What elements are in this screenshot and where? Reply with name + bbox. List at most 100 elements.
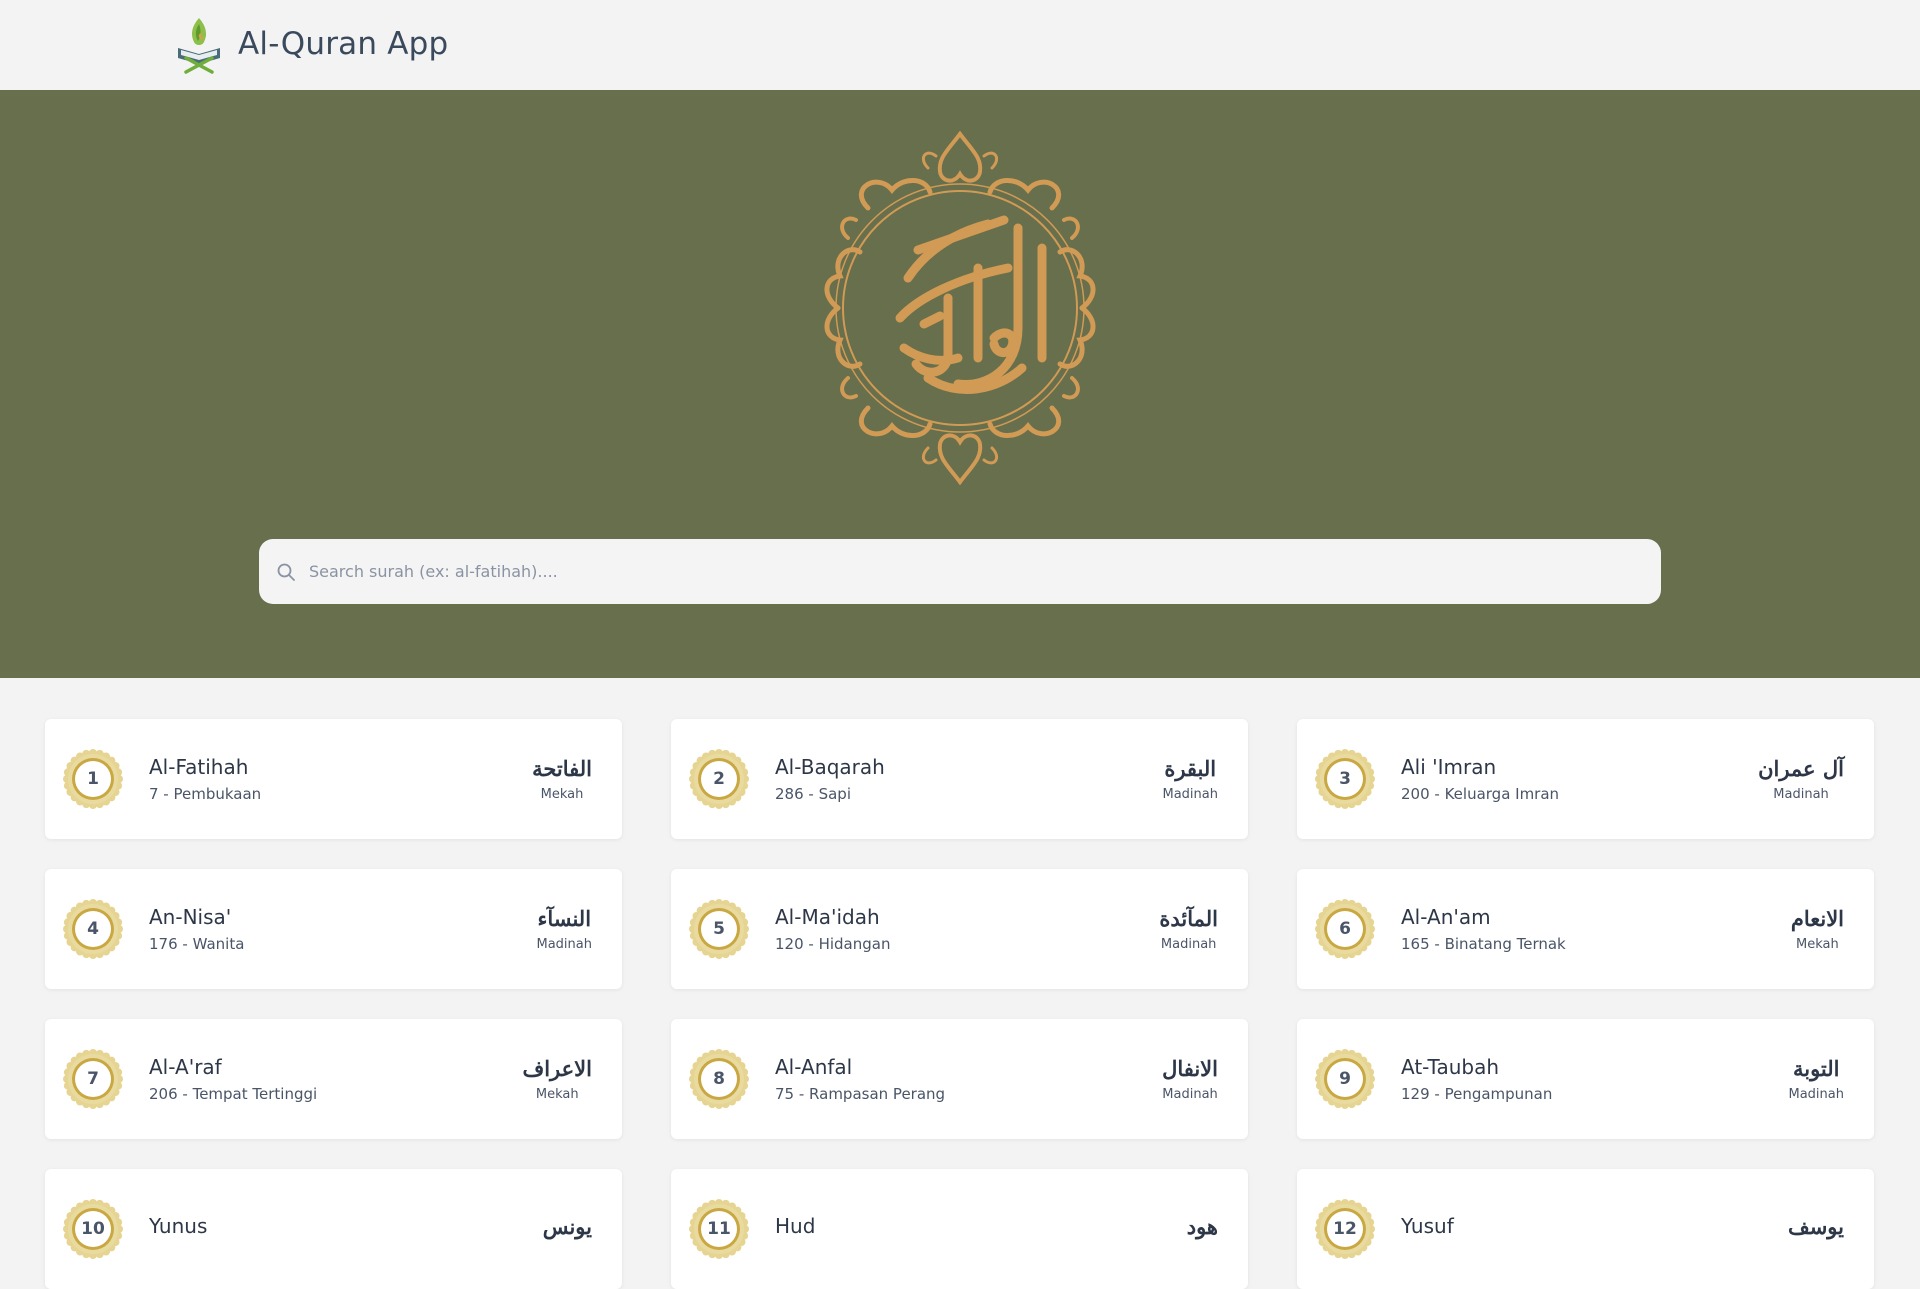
- surah-number: 3: [1339, 769, 1351, 789]
- surah-card[interactable]: 8 Al-Anfal 75 - Rampasan Perang الانفال …: [671, 1019, 1248, 1139]
- surah-meta: التوبة Madinah: [1789, 1056, 1845, 1102]
- surah-revelation-place: Madinah: [1160, 937, 1217, 952]
- surah-name: Ali 'Imran: [1401, 755, 1497, 779]
- surah-revelation-place: Madinah: [1788, 1087, 1845, 1102]
- surah-number: 12: [1333, 1219, 1357, 1239]
- surah-number-badge: 2: [689, 749, 749, 809]
- surah-name: Yunus: [149, 1214, 208, 1238]
- surah-info: Yunus: [149, 1214, 543, 1244]
- surah-arabic-name: النسآء: [537, 906, 592, 931]
- surah-verses-meaning: 176 - Wanita: [149, 935, 245, 953]
- app-title: Al-Quran App: [238, 26, 449, 62]
- surah-card[interactable]: 9 At-Taubah 129 - Pengampunan التوبة Mad…: [1297, 1019, 1874, 1139]
- surah-verses-meaning: 7 - Pembukaan: [149, 785, 262, 803]
- surah-revelation-place: Madinah: [1162, 1087, 1218, 1102]
- surah-verses-meaning: 165 - Binatang Ternak: [1401, 935, 1566, 953]
- search-input[interactable]: [309, 551, 1661, 592]
- surah-info: Yusuf: [1401, 1214, 1788, 1244]
- surah-info: Al-An'am 165 - Binatang Ternak: [1401, 905, 1791, 953]
- hero-banner: [0, 90, 1920, 678]
- surah-name: Yusuf: [1401, 1214, 1454, 1238]
- surah-verses-meaning: 286 - Sapi: [775, 785, 851, 803]
- surah-number: 10: [81, 1219, 105, 1239]
- surah-revelation-place: Madinah: [1162, 787, 1219, 802]
- surah-arabic-name: هود: [1186, 1213, 1218, 1239]
- surah-number: 6: [1339, 919, 1351, 939]
- surah-revelation-place: Madinah: [536, 937, 593, 952]
- surah-info: Al-Ma'idah 120 - Hidangan: [775, 905, 1159, 953]
- surah-card[interactable]: 10 Yunus يونس: [45, 1169, 622, 1289]
- surah-arabic-name: الانفال: [1162, 1056, 1218, 1081]
- surah-card[interactable]: 12 Yusuf يوسف: [1297, 1169, 1874, 1289]
- surah-meta: النسآء Madinah: [537, 906, 593, 952]
- surah-number: 11: [707, 1219, 731, 1239]
- surah-meta: هود: [1187, 1214, 1218, 1245]
- surah-number: 8: [713, 1069, 725, 1089]
- surah-verses-meaning: 129 - Pengampunan: [1401, 1085, 1553, 1103]
- surah-card[interactable]: 6 Al-An'am 165 - Binatang Ternak الانعام…: [1297, 869, 1874, 989]
- surah-arabic-name: يونس: [542, 1213, 592, 1239]
- surah-arabic-name: التوبة: [1792, 1056, 1840, 1081]
- surah-name: Al-An'am: [1401, 905, 1491, 929]
- surah-verses-meaning: 200 - Keluarga Imran: [1401, 785, 1560, 803]
- surah-arabic-name: البقرة: [1164, 756, 1217, 781]
- surah-number: 2: [713, 769, 725, 789]
- surah-number-badge: 6: [1315, 899, 1375, 959]
- surah-info: Hud: [775, 1214, 1187, 1244]
- surah-number-badge: 4: [63, 899, 123, 959]
- surah-info: At-Taubah 129 - Pengampunan: [1401, 1055, 1789, 1103]
- surah-name: At-Taubah: [1401, 1055, 1500, 1079]
- surah-number-badge: 7: [63, 1049, 123, 1109]
- surah-number-badge: 11: [689, 1199, 749, 1259]
- surah-card[interactable]: 7 Al-A'raf 206 - Tempat Tertinggi الاعرا…: [45, 1019, 622, 1139]
- surah-meta: يوسف: [1788, 1214, 1844, 1245]
- surah-name: An-Nisa': [149, 905, 232, 929]
- surah-card[interactable]: 2 Al-Baqarah 286 - Sapi البقرة Madinah: [671, 719, 1248, 839]
- surah-arabic-name: الفاتحة: [532, 756, 592, 781]
- surah-verses-meaning: 75 - Rampasan Perang: [775, 1085, 946, 1103]
- surah-number-badge: 3: [1315, 749, 1375, 809]
- surah-number-badge: 10: [63, 1199, 123, 1259]
- brand-link[interactable]: Al-Quran App: [172, 14, 448, 74]
- surah-card[interactable]: 3 Ali 'Imran 200 - Keluarga Imran آل عمر…: [1297, 719, 1874, 839]
- surah-meta: الانفال Madinah: [1162, 1056, 1218, 1102]
- surah-arabic-name: الاعراف: [522, 1056, 592, 1081]
- surah-info: Al-A'raf 206 - Tempat Tertinggi: [149, 1055, 522, 1103]
- surah-number: 1: [87, 769, 99, 789]
- surah-number-badge: 8: [689, 1049, 749, 1109]
- surah-info: Ali 'Imran 200 - Keluarga Imran: [1401, 755, 1758, 803]
- surah-card[interactable]: 4 An-Nisa' 176 - Wanita النسآء Madinah: [45, 869, 622, 989]
- surah-meta: الانعام Mekah: [1791, 906, 1844, 952]
- surah-revelation-place: Mekah: [1796, 937, 1839, 952]
- surah-info: Al-Fatihah 7 - Pembukaan: [149, 755, 532, 803]
- surah-arabic-name: الانعام: [1790, 906, 1844, 931]
- surah-name: Al-Ma'idah: [775, 905, 880, 929]
- surah-number: 9: [1339, 1069, 1351, 1089]
- al-quran-calligraphy-emblem: [824, 130, 1096, 486]
- surah-meta: البقرة Madinah: [1163, 756, 1219, 802]
- surah-number: 5: [713, 919, 725, 939]
- surah-name: Al-A'raf: [149, 1055, 222, 1079]
- surah-arabic-name: المآئدة: [1159, 906, 1218, 931]
- surah-info: Al-Anfal 75 - Rampasan Perang: [775, 1055, 1162, 1103]
- surah-name: Al-Fatihah: [149, 755, 249, 779]
- surah-arabic-name: يوسف: [1787, 1213, 1844, 1239]
- navbar: Al-Quran App: [0, 0, 1920, 90]
- surah-name: Al-Anfal: [775, 1055, 853, 1079]
- surah-arabic-name: آل عمران: [1758, 756, 1844, 781]
- surah-number: 7: [87, 1069, 99, 1089]
- surah-name: Al-Baqarah: [775, 755, 885, 779]
- surah-meta: الفاتحة Mekah: [532, 756, 592, 802]
- surah-card[interactable]: 1 Al-Fatihah 7 - Pembukaan الفاتحة Mekah: [45, 719, 622, 839]
- search-bar[interactable]: [259, 539, 1661, 604]
- surah-meta: الاعراف Mekah: [522, 1056, 592, 1102]
- surah-card[interactable]: 5 Al-Ma'idah 120 - Hidangan المآئدة Madi…: [671, 869, 1248, 989]
- surah-number: 4: [87, 919, 99, 939]
- surah-card[interactable]: 11 Hud هود: [671, 1169, 1248, 1289]
- surah-revelation-place: Mekah: [535, 1087, 579, 1102]
- surah-revelation-place: Mekah: [540, 787, 584, 802]
- surah-meta: آل عمران Madinah: [1758, 756, 1844, 802]
- surah-meta: المآئدة Madinah: [1159, 906, 1218, 952]
- surah-verses-meaning: 120 - Hidangan: [775, 935, 891, 953]
- surah-list: 1 Al-Fatihah 7 - Pembukaan الفاتحة Mekah…: [45, 719, 1875, 1289]
